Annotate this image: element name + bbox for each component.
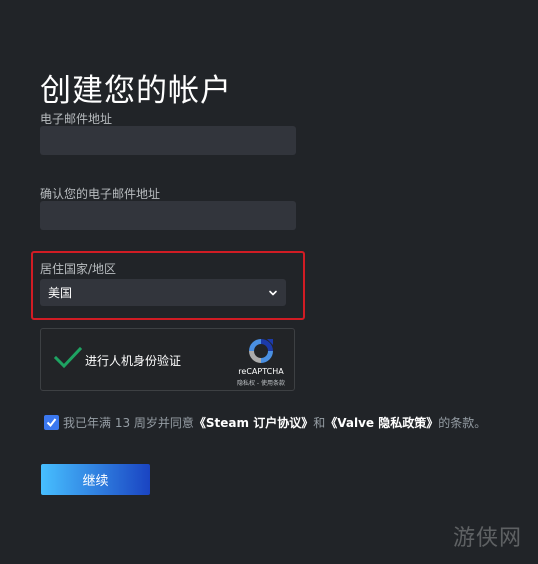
checkbox-check-icon [46, 418, 57, 428]
country-label: 居住国家/地区 [40, 262, 117, 276]
agreement-prefix: 我已年满 13 周岁并同意 [63, 416, 194, 430]
recaptcha-logo-icon [249, 339, 273, 363]
recaptcha-label: 进行人机身份验证 [85, 354, 182, 368]
steam-subscriber-agreement-link[interactable]: 《Steam 订户协议》 [194, 416, 313, 430]
agreement-row: 我已年满 13 周岁并同意《Steam 订户协议》和《Valve 隐私政策》的条… [44, 414, 486, 431]
confirm-email-field[interactable] [40, 201, 296, 230]
chevron-down-icon [269, 290, 277, 295]
email-label: 电子邮件地址 [40, 112, 113, 126]
valve-privacy-policy-link[interactable]: 《Valve 隐私政策》 [325, 416, 438, 430]
agree-checkbox[interactable] [44, 415, 59, 430]
confirm-email-label: 确认您的电子邮件地址 [40, 187, 161, 201]
agreement-text: 我已年满 13 周岁并同意《Steam 订户协议》和《Valve 隐私政策》的条… [63, 414, 486, 431]
agreement-suffix: 的条款。 [438, 416, 487, 430]
recaptcha-widget[interactable]: 进行人机身份验证 reCAPTCHA 隐私权 - 使用条款 [40, 328, 295, 391]
country-select[interactable]: 美国 [40, 279, 286, 306]
checkmark-icon [54, 347, 82, 369]
email-field[interactable] [40, 126, 296, 155]
recaptcha-links[interactable]: 隐私权 - 使用条款 [224, 378, 298, 387]
agreement-conjunction: 和 [313, 416, 326, 430]
page-title: 创建您的帐户 [40, 72, 232, 109]
country-select-value: 美国 [48, 286, 73, 300]
watermark: 游侠网 [452, 526, 522, 551]
continue-button[interactable]: 继续 [41, 464, 150, 495]
recaptcha-brand: reCAPTCHA [238, 367, 284, 376]
